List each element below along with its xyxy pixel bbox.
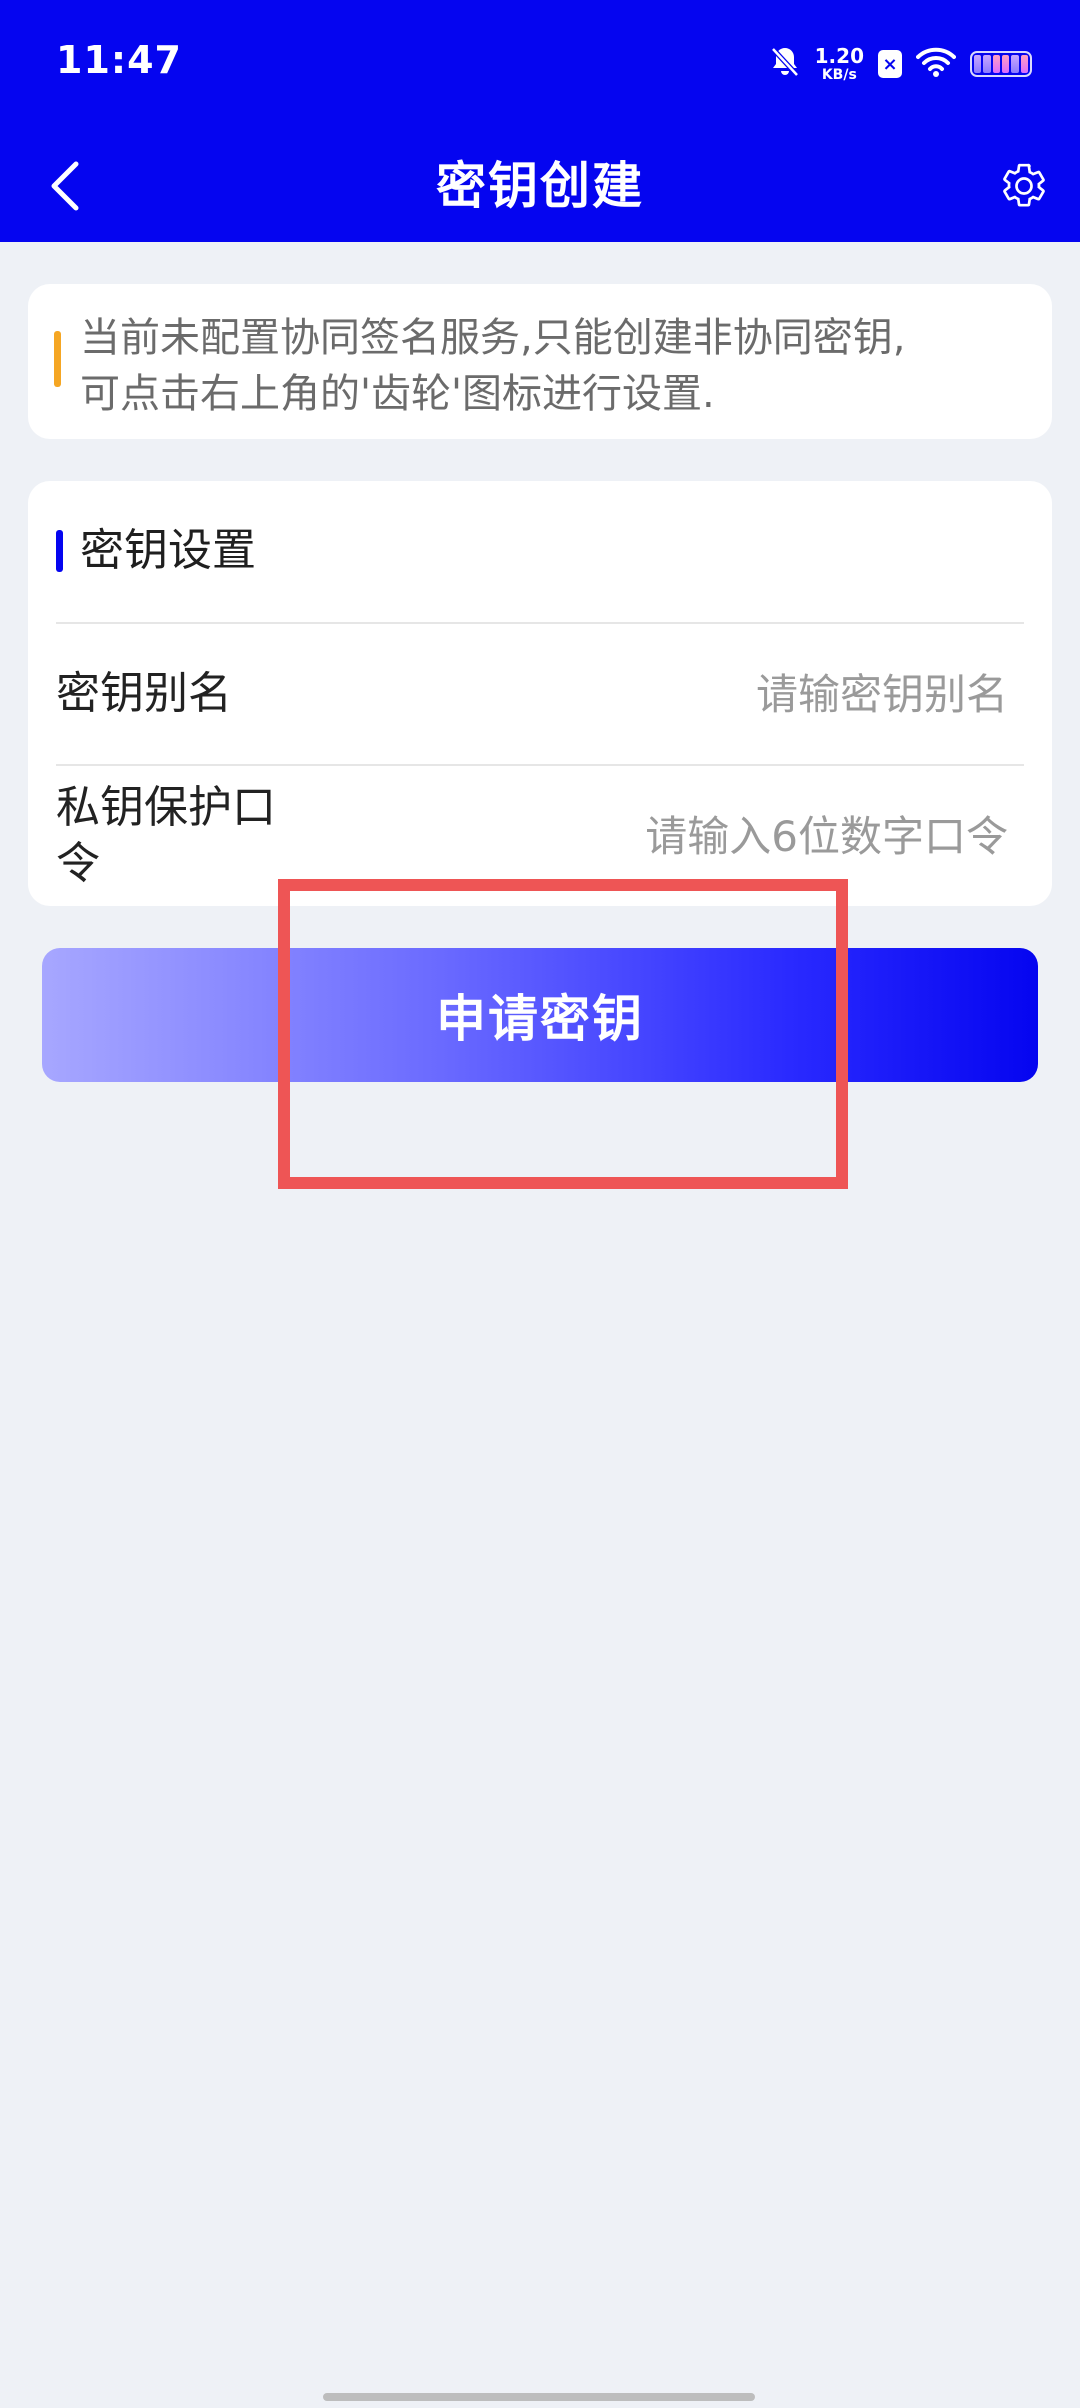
settings-button[interactable]	[984, 146, 1064, 226]
page-title: 密钥创建	[436, 157, 644, 215]
wifi-icon	[916, 46, 956, 82]
private-key-pin-row: 私钥保护口 令	[56, 766, 1024, 906]
header: 11:47 1.20 KB/s × 密钥创建	[0, 0, 1080, 242]
app-bar: 密钥创建	[0, 126, 1080, 242]
status-icons: 1.20 KB/s ×	[769, 44, 1032, 84]
home-indicator[interactable]	[323, 2393, 755, 2401]
key-create-screen: 11:47 1.20 KB/s × 密钥创建 当前未配置协同签名服务,只能创建非…	[0, 0, 1080, 2408]
status-bar: 11:47 1.20 KB/s ×	[0, 0, 1080, 126]
key-alias-row: 密钥别名	[56, 624, 1024, 764]
section-accent-bar	[56, 530, 63, 572]
key-alias-label: 密钥别名	[56, 668, 232, 719]
key-settings-card: 密钥设置 密钥别名 私钥保护口 令	[28, 481, 1052, 906]
apply-key-button[interactable]: 申请密钥	[42, 948, 1038, 1082]
private-key-pin-label: 私钥保护口 令	[56, 782, 276, 889]
bell-mute-icon	[769, 45, 801, 83]
net-speed-value: 1.20	[814, 44, 864, 68]
notice-text: 当前未配置协同签名服务,只能创建非协同密钥, 可点击右上角的'齿轮'图标进行设置…	[80, 315, 906, 417]
status-time: 11:47	[56, 38, 182, 82]
sim-icon: ×	[878, 50, 902, 78]
key-alias-input[interactable]	[488, 662, 1008, 726]
battery-icon	[970, 51, 1032, 77]
section-header: 密钥设置	[28, 481, 1052, 623]
private-key-pin-input[interactable]	[388, 804, 1008, 868]
net-speed-unit: KB/s	[821, 67, 857, 83]
notice-accent-bar	[54, 331, 61, 387]
net-speed: 1.20 KB/s	[815, 46, 864, 82]
notice-card: 当前未配置协同签名服务,只能创建非协同密钥, 可点击右上角的'齿轮'图标进行设置…	[28, 284, 1052, 439]
gear-icon	[1003, 163, 1045, 207]
section-title: 密钥设置	[80, 525, 256, 576]
